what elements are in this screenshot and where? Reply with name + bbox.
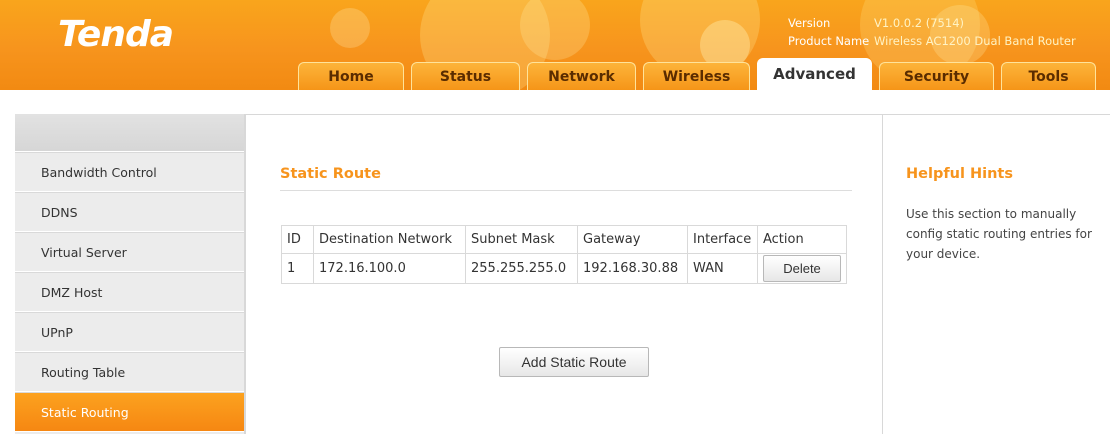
hints-title: Helpful Hints: [906, 166, 1013, 182]
cell-gateway: 192.168.30.88: [577, 253, 688, 284]
sidebar-item-virtual-server[interactable]: Virtual Server: [15, 232, 244, 272]
product-name-label: Product Name: [788, 34, 870, 48]
column-header-subnet-mask: Subnet Mask: [465, 225, 578, 254]
sidebar-item-dmz-host[interactable]: DMZ Host: [15, 272, 244, 312]
tab-status[interactable]: Status: [411, 62, 520, 90]
device-info: Version V1.0.0.2 (7514) Product Name Wir…: [788, 14, 1076, 50]
header-banner: Tenda Version V1.0.0.2 (7514) Product Na…: [0, 0, 1110, 90]
version-label: Version: [788, 16, 831, 30]
sidebar-item-routing-table[interactable]: Routing Table: [15, 352, 244, 392]
delete-route-button[interactable]: Delete: [763, 255, 841, 282]
tenda-logo: Tenda: [58, 14, 174, 55]
sidebar-menu: Bandwidth Control DDNS Virtual Server DM…: [15, 114, 245, 434]
cell-interface: WAN: [687, 253, 758, 284]
product-name-value: Wireless AC1200 Dual Band Router: [874, 34, 1076, 48]
main-nav-tabs: Home Status Network Wireless Advanced Se…: [298, 58, 1096, 90]
page-title: Static Route: [280, 166, 852, 191]
cell-subnet-mask: 255.255.255.0: [465, 253, 578, 284]
tab-home[interactable]: Home: [298, 62, 404, 90]
column-header-action: Action: [757, 225, 847, 254]
tab-advanced[interactable]: Advanced: [757, 58, 872, 90]
static-route-table: ID Destination Network Subnet Mask Gatew…: [281, 225, 847, 284]
decorative-bubble: [330, 8, 370, 48]
column-header-interface: Interface: [687, 225, 758, 254]
sidebar-header: [15, 114, 244, 152]
main-panel: Static Route ID Destination Network Subn…: [245, 114, 882, 434]
tab-wireless[interactable]: Wireless: [643, 62, 750, 90]
sidebar-item-upnp[interactable]: UPnP: [15, 312, 244, 352]
add-static-route-button[interactable]: Add Static Route: [499, 347, 649, 377]
version-value: V1.0.0.2 (7514): [874, 16, 964, 30]
sidebar-item-ddns[interactable]: DDNS: [15, 192, 244, 232]
tab-security[interactable]: Security: [879, 62, 994, 90]
sidebar-item-static-routing[interactable]: Static Routing: [15, 392, 244, 432]
column-header-destination: Destination Network: [313, 225, 466, 254]
tab-tools[interactable]: Tools: [1001, 62, 1096, 90]
cell-destination: 172.16.100.0: [313, 253, 466, 284]
cell-id: 1: [281, 253, 314, 284]
table-header-row: ID Destination Network Subnet Mask Gatew…: [281, 225, 847, 254]
content-frame: Bandwidth Control DDNS Virtual Server DM…: [0, 90, 1110, 434]
table-row: 1 172.16.100.0 255.255.255.0 192.168.30.…: [281, 253, 847, 284]
tab-network[interactable]: Network: [527, 62, 636, 90]
column-header-gateway: Gateway: [577, 225, 688, 254]
helpful-hints-panel: Helpful Hints Use this section to manual…: [882, 114, 1110, 434]
sidebar-item-bandwidth-control[interactable]: Bandwidth Control: [15, 152, 244, 192]
cell-action: Delete: [757, 253, 847, 284]
hints-text: Use this section to manually config stat…: [906, 207, 1092, 261]
column-header-id: ID: [281, 225, 314, 254]
